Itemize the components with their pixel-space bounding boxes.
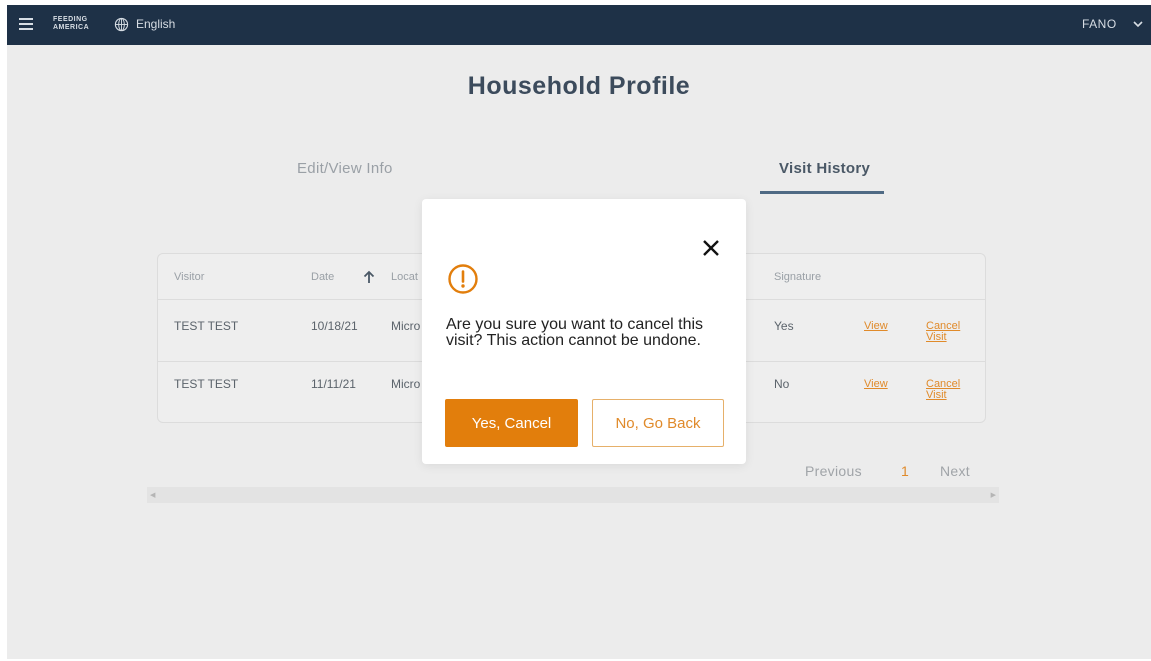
- close-icon[interactable]: [700, 237, 722, 259]
- modal-overlay: Are you sure you want to cancel this vis…: [7, 5, 1151, 659]
- warning-icon: [448, 264, 478, 294]
- no-go-back-button[interactable]: No, Go Back: [592, 399, 724, 447]
- dialog-message: Are you sure you want to cancel this vis…: [446, 316, 704, 349]
- yes-cancel-button[interactable]: Yes, Cancel: [445, 399, 578, 447]
- cancel-visit-dialog: Are you sure you want to cancel this vis…: [422, 199, 746, 464]
- app-window: FEEDING AMERICA English FANO Household P…: [7, 5, 1151, 659]
